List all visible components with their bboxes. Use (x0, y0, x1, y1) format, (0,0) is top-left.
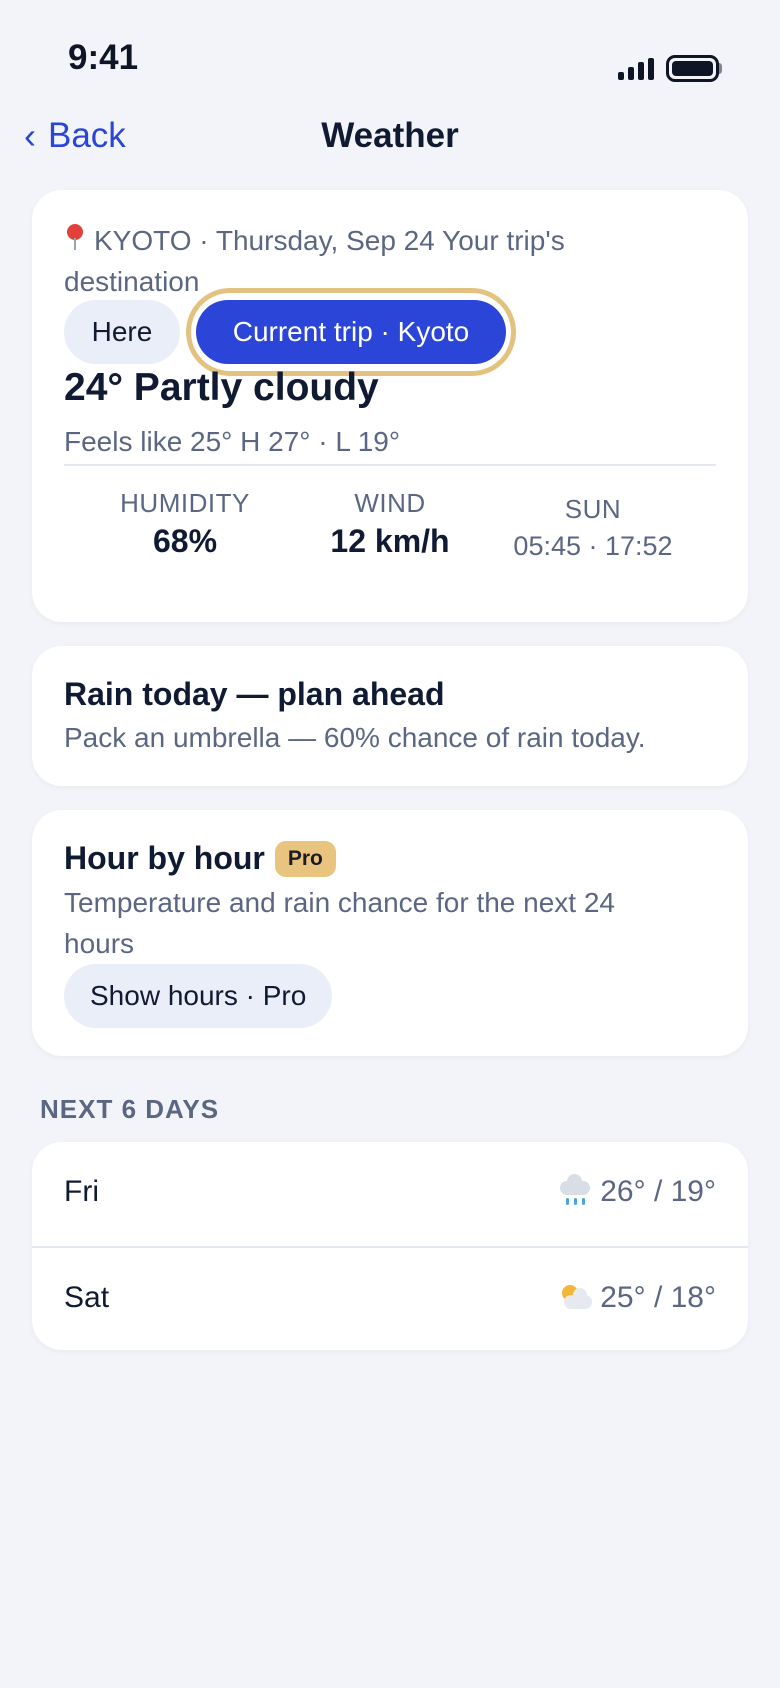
day-name: Sat (64, 1281, 110, 1314)
back-button[interactable]: ‹ Back (24, 116, 126, 156)
status-time: 9:41 (68, 38, 139, 77)
stat-sun: SUN 05:45 · 17:52 (488, 494, 698, 562)
hourly-title: Hour by hour Pro (64, 840, 336, 877)
forecast-row-sat[interactable]: Sat 25° / 18° (32, 1246, 748, 1350)
battery-cap (718, 63, 722, 74)
status-bar: 9:41 (0, 0, 780, 110)
hourly-card: Hour by hour Pro Temperature and rain ch… (32, 810, 748, 1056)
sun-behind-cloud-icon (558, 1283, 593, 1313)
hourly-description: Temperature and rain chance for the next… (64, 887, 616, 959)
divider (64, 464, 716, 466)
rain-alert-description: Pack an umbrella — 60% chance of rain to… (64, 722, 646, 753)
signal-icon (618, 58, 654, 80)
day-name: Fri (64, 1175, 99, 1208)
chevron-left-icon: ‹ (24, 115, 36, 156)
day-temps-group: 25° / 18° (558, 1281, 716, 1315)
humidity-label: HUMIDITY (120, 488, 250, 518)
day-temps: 25° / 18° (600, 1281, 716, 1314)
current-condition: 24° Partly cloudy (64, 366, 379, 409)
segment-here[interactable]: Here (64, 300, 180, 364)
show-hours-button[interactable]: Show hours · Pro (64, 964, 333, 1028)
location-text: KYOTO · Thursday, Sep 24 Your trip's des… (64, 225, 565, 297)
wind-value: 12 km/h (330, 523, 450, 559)
pin-icon (64, 224, 86, 252)
battery-icon (666, 55, 719, 82)
sun-label: SUN (564, 494, 622, 524)
forecast-list: Fri 26° / 19° Sat 25° / 18° (32, 1142, 748, 1350)
stat-humidity: HUMIDITY 68% (80, 488, 290, 560)
stat-wind: WIND 12 km/h (285, 488, 495, 560)
rain-alert-card: Rain today — plan ahead Pack an umbrella… (32, 646, 748, 786)
sun-value: 05:45 · 17:52 (513, 531, 673, 561)
humidity-value: 68% (152, 523, 218, 559)
rain-cloud-icon (558, 1174, 592, 1207)
day-temps-group: 26° / 19° (558, 1174, 716, 1209)
back-label: Back (48, 116, 126, 155)
hourly-title-text: Hour by hour (64, 840, 265, 876)
wind-label: WIND (354, 488, 426, 518)
forecast-header: NEXT 6 DAYS (40, 1094, 220, 1124)
current-weather-card: KYOTO · Thursday, Sep 24 Your trip's des… (32, 190, 748, 622)
feels-like: Feels like 25° H 27° · L 19° (64, 426, 401, 457)
day-temps: 26° / 19° (600, 1175, 716, 1208)
rain-alert-title: Rain today — plan ahead (64, 676, 445, 712)
forecast-row-fri[interactable]: Fri 26° / 19° (32, 1142, 748, 1246)
segment-current-trip[interactable]: Current trip · Kyoto (196, 300, 506, 364)
pro-badge: Pro (274, 840, 336, 877)
